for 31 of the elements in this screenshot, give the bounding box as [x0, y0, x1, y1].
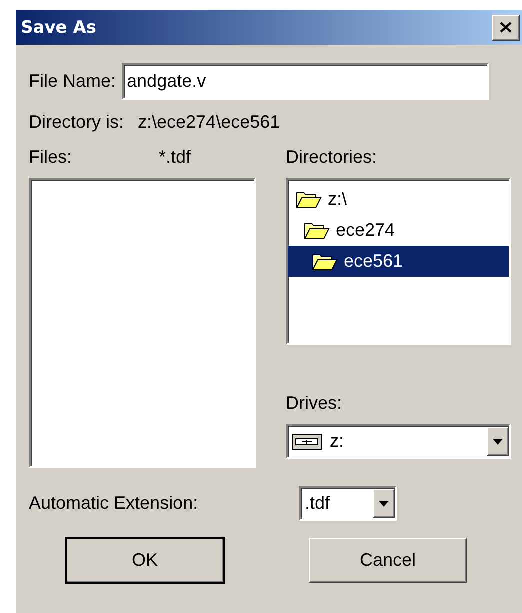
- ok-button[interactable]: OK: [66, 538, 224, 583]
- caret-icon: [379, 500, 389, 506]
- combo-value: .tdf: [305, 493, 330, 514]
- directory-list[interactable]: z:\ ece274 ece561: [286, 178, 511, 345]
- cancel-button[interactable]: Cancel: [309, 538, 467, 583]
- field-label: Files:: [29, 147, 74, 168]
- field-label: Drives:: [286, 393, 342, 413]
- file-name-field[interactable]: andgate.v: [122, 63, 490, 100]
- window-title: Save As: [21, 18, 97, 38]
- drive-icon: [292, 434, 322, 450]
- extension-dropdown[interactable]: .tdf: [299, 486, 397, 521]
- field-label: File Name:: [29, 71, 116, 92]
- caret-icon: [493, 438, 503, 444]
- directory-item[interactable]: ece274: [288, 215, 509, 246]
- close-button[interactable]: [492, 14, 520, 40]
- field-label: Directories:: [286, 147, 378, 168]
- directory-item[interactable]: ece561: [288, 246, 509, 277]
- field-label: Automatic Extension:: [29, 493, 198, 514]
- field-label: Directory is:: [29, 112, 124, 133]
- close-icon: [500, 22, 512, 33]
- file-filter: *.tdf: [159, 147, 192, 168]
- dropdown-button[interactable]: [487, 427, 509, 456]
- combo-value: z:: [330, 431, 344, 452]
- folder-icon: [296, 190, 322, 210]
- directory-item[interactable]: z:\: [288, 184, 509, 215]
- folder-icon: [304, 220, 330, 240]
- drives-dropdown[interactable]: z:: [286, 424, 511, 459]
- file-list[interactable]: [29, 178, 256, 468]
- directory-path: z:\ece274\ece561: [138, 112, 280, 133]
- folder-icon: [312, 252, 338, 272]
- dropdown-button[interactable]: [373, 489, 395, 518]
